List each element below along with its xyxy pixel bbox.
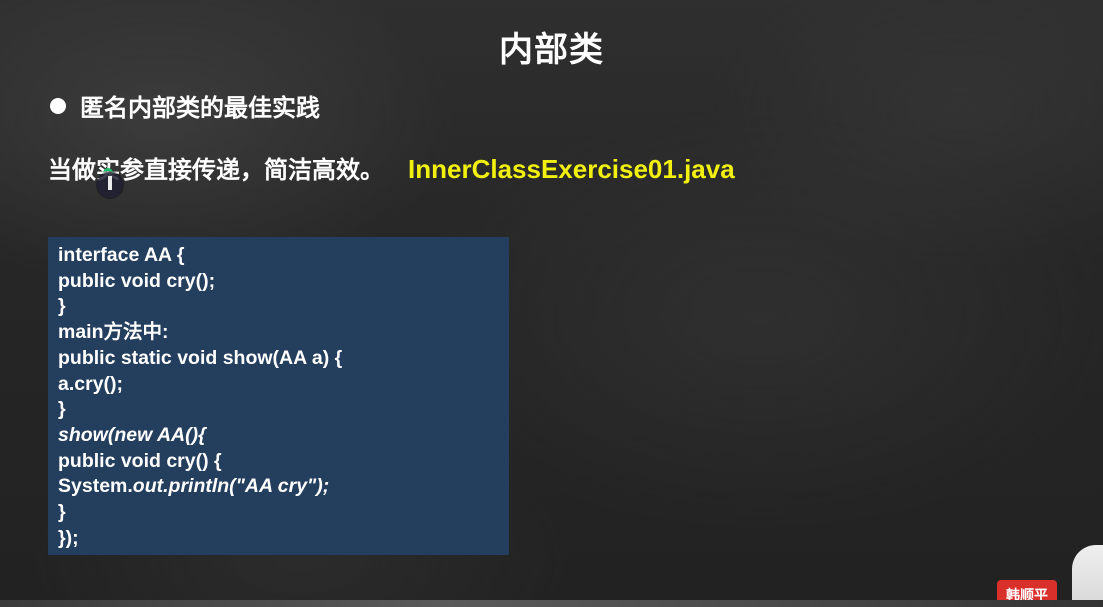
code-line: interface AA { (58, 244, 185, 266)
code-line: show(new AA(){ (58, 423, 206, 446)
code-line: a.cry(); (58, 372, 124, 395)
bullet-text: 匿名内部类的最佳实践 (80, 94, 320, 122)
text-cursor-icon (108, 176, 112, 190)
bullet-item: 匿名内部类的最佳实践 (50, 88, 320, 123)
code-line-println: System.out.println("AA cry"); (58, 474, 499, 500)
code-block: interface AA { public void cry(); } main… (48, 237, 509, 555)
code-line: }); (58, 526, 79, 549)
slide-title: 内部类 (499, 30, 604, 70)
code-line: main方法中: (58, 321, 169, 344)
code-line: } (58, 398, 66, 421)
code-line: } (58, 501, 66, 524)
description-row: 当做实参直接传递，简洁高效。 InnerClassExercise01.java (48, 150, 735, 185)
code-line: } (58, 295, 66, 318)
code-segment-italic: out.println("AA cry"); (132, 475, 330, 498)
slide: 内部类 匿名内部类的最佳实践 当做实参直接传递，简洁高效。 InnerClass… (0, 0, 1103, 607)
code-segment: System. (58, 475, 133, 498)
code-line: public void cry() { (58, 449, 222, 472)
code-line: public void cry(); (58, 269, 216, 292)
file-name: InnerClassExercise01.java (408, 154, 735, 184)
code-line: public static void show(AA a) { (58, 346, 343, 369)
bottom-strip (0, 600, 1103, 607)
bullet-dot-icon (50, 97, 66, 114)
presenter-avatar (1072, 545, 1103, 607)
